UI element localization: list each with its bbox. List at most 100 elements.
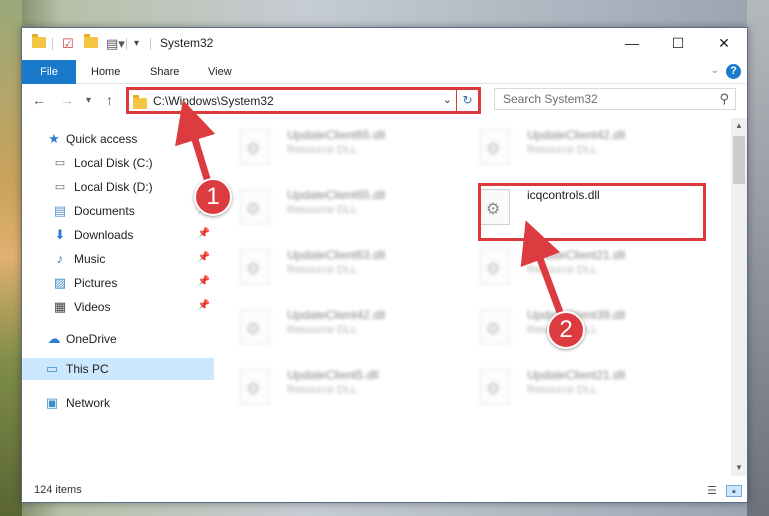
sidebar-item-music[interactable]: ♪ Music 📌 (22, 248, 214, 270)
search-input[interactable]: Search System32 ⚲ (494, 88, 736, 110)
file-name: UpdateClient5.dll (287, 368, 379, 382)
dll-file-icon (240, 129, 270, 165)
quick-access-toolbar-chevron-icon[interactable]: ▾ (134, 37, 139, 51)
file-type: Resource DLL (287, 204, 358, 216)
address-dropdown-chevron-icon[interactable]: ⌄ (443, 93, 452, 106)
file-item[interactable]: UpdateClient21.dll Resource DLL (460, 364, 690, 416)
back-arrow-icon[interactable]: ← (32, 92, 46, 108)
scroll-down-icon[interactable]: ▼ (731, 460, 747, 476)
download-icon: ⬇ (54, 227, 66, 242)
file-type: Resource DLL (287, 264, 358, 276)
ribbon-tabs: File Home Share View ⌄ ? (22, 60, 747, 84)
navigation-pane: ★ Quick access ▭ Local Disk (C:) ▭ Local… (22, 118, 214, 478)
sidebar-item-documents[interactable]: ▤ Documents 📌 (22, 200, 214, 222)
sidebar-item-label: Local Disk (D:) (74, 180, 153, 194)
computer-icon: ▭ (45, 361, 59, 376)
scroll-up-icon[interactable]: ▲ (731, 118, 747, 134)
file-item[interactable]: UpdateClient65.dll Resource DLL (220, 124, 450, 176)
file-type: Resource DLL (527, 384, 598, 396)
desktop-background-right (747, 0, 769, 516)
status-bar: 124 items ☰ ▪ (22, 480, 747, 502)
music-icon: ♪ (56, 251, 64, 266)
sidebar-item-pictures[interactable]: ▨ Pictures 📌 (22, 272, 214, 294)
tab-share[interactable]: Share (150, 60, 179, 84)
sidebar-item-downloads[interactable]: ⬇ Downloads 📌 (22, 224, 214, 246)
file-highlight-box (478, 183, 706, 241)
sidebar-item-videos[interactable]: ▦ Videos 📌 (22, 296, 214, 318)
file-item[interactable]: UpdateClient65.dll Resource DLL (220, 184, 450, 236)
address-folder-icon (133, 95, 147, 114)
search-placeholder: Search System32 (503, 92, 598, 106)
minimize-button[interactable]: — (609, 28, 655, 58)
help-icon[interactable]: ? (726, 64, 741, 79)
address-bar[interactable]: C:\Windows\System32 ⌄ ↻ (126, 87, 481, 114)
pin-icon[interactable]: 📌 (198, 300, 210, 311)
cloud-icon: ☁ (47, 331, 61, 346)
pin-icon[interactable]: 📌 (198, 228, 210, 239)
title-separator-2 (126, 38, 127, 50)
details-view-icon[interactable]: ☰ (704, 485, 720, 497)
scroll-thumb[interactable] (733, 136, 745, 184)
close-button[interactable]: ✕ (701, 28, 747, 58)
file-item[interactable]: UpdateClient42.dll Resource DLL (220, 304, 450, 356)
sidebar-item-label: Network (66, 396, 111, 410)
file-list: UpdateClient65.dll Resource DLL UpdateCl… (220, 118, 732, 476)
sidebar-item-this-pc[interactable]: ▭ This PC (22, 358, 214, 380)
file-name: UpdateClient65.dll (287, 188, 386, 202)
videos-icon: ▦ (53, 299, 67, 314)
sidebar-item-label: Local Disk (C:) (74, 156, 153, 170)
sidebar-item-label: Documents (74, 204, 135, 218)
sidebar-item-network[interactable]: ▣ Network (22, 392, 214, 414)
maximize-button[interactable]: ☐ (655, 28, 701, 58)
customize-toolbar-icon[interactable]: ▤▾ (106, 37, 125, 51)
pin-icon[interactable]: 📌 (198, 276, 210, 287)
tab-home[interactable]: Home (91, 60, 120, 84)
navigation-bar: ← → ▾ ↑ C:\Windows\System32 ⌄ ↻ Search S… (22, 85, 747, 117)
dll-file-icon (240, 309, 270, 345)
file-type: Resource DLL (287, 384, 358, 396)
tab-view[interactable]: View (208, 60, 232, 84)
title-separator-3 (150, 38, 151, 50)
sidebar-item-local-disk-d[interactable]: ▭ Local Disk (D:) (22, 176, 214, 198)
file-type: Resource DLL (527, 264, 598, 276)
sidebar-item-quick-access[interactable]: ★ Quick access (22, 128, 214, 150)
large-icons-view-icon[interactable]: ▪ (726, 485, 742, 498)
item-count: 124 items (34, 484, 82, 496)
dll-file-icon (240, 249, 270, 285)
new-folder-icon[interactable] (84, 34, 98, 51)
sidebar-item-label: Videos (74, 300, 111, 314)
file-type: Resource DLL (287, 144, 358, 156)
sidebar-item-label: Downloads (74, 228, 134, 242)
file-name: UpdateClient42.dll (287, 308, 386, 322)
sidebar-item-onedrive[interactable]: ☁ OneDrive (22, 328, 214, 350)
sidebar-item-label: Pictures (74, 276, 118, 290)
file-item[interactable]: UpdateClient5.dll Resource DLL (220, 364, 450, 416)
dll-file-icon (240, 189, 270, 225)
desktop-background-left (0, 0, 22, 516)
recent-locations-chevron-icon[interactable]: ▾ (86, 95, 91, 106)
file-name: UpdateClient21.dll (527, 368, 626, 382)
up-arrow-icon[interactable]: ↑ (106, 92, 113, 108)
dll-file-icon (480, 369, 510, 405)
file-explorer-window: ☑ ▤▾ ▾ System32 — ☐ ✕ File Home Share Vi… (21, 27, 748, 503)
file-name: UpdateClient42.dll (527, 128, 626, 142)
vertical-scrollbar[interactable]: ▲ ▼ (731, 118, 747, 476)
pin-icon[interactable]: 📌 (198, 252, 210, 263)
expand-ribbon-chevron-icon[interactable]: ⌄ (711, 65, 719, 76)
forward-arrow-icon[interactable]: → (60, 92, 74, 108)
sidebar-item-label: Music (74, 252, 106, 266)
properties-icon[interactable]: ☑ (62, 37, 74, 51)
file-item[interactable]: UpdateClient21.dll Resource DLL (460, 244, 690, 296)
refresh-icon[interactable]: ↻ (456, 90, 478, 111)
documents-icon: ▤ (53, 203, 67, 218)
file-item[interactable]: UpdateClient42.dll Resource DLL (460, 124, 690, 176)
tab-file[interactable]: File (22, 60, 76, 84)
file-item[interactable]: UpdateClient63.dll Resource DLL (220, 244, 450, 296)
title-separator (52, 38, 53, 50)
search-icon[interactable]: ⚲ (719, 91, 729, 107)
sidebar-item-label: OneDrive (66, 332, 117, 346)
sidebar-item-label: Quick access (66, 132, 138, 146)
sidebar-item-local-disk-c[interactable]: ▭ Local Disk (C:) (22, 152, 214, 174)
sidebar-item-label: This PC (66, 362, 109, 376)
address-path[interactable]: C:\Windows\System32 (153, 93, 274, 109)
